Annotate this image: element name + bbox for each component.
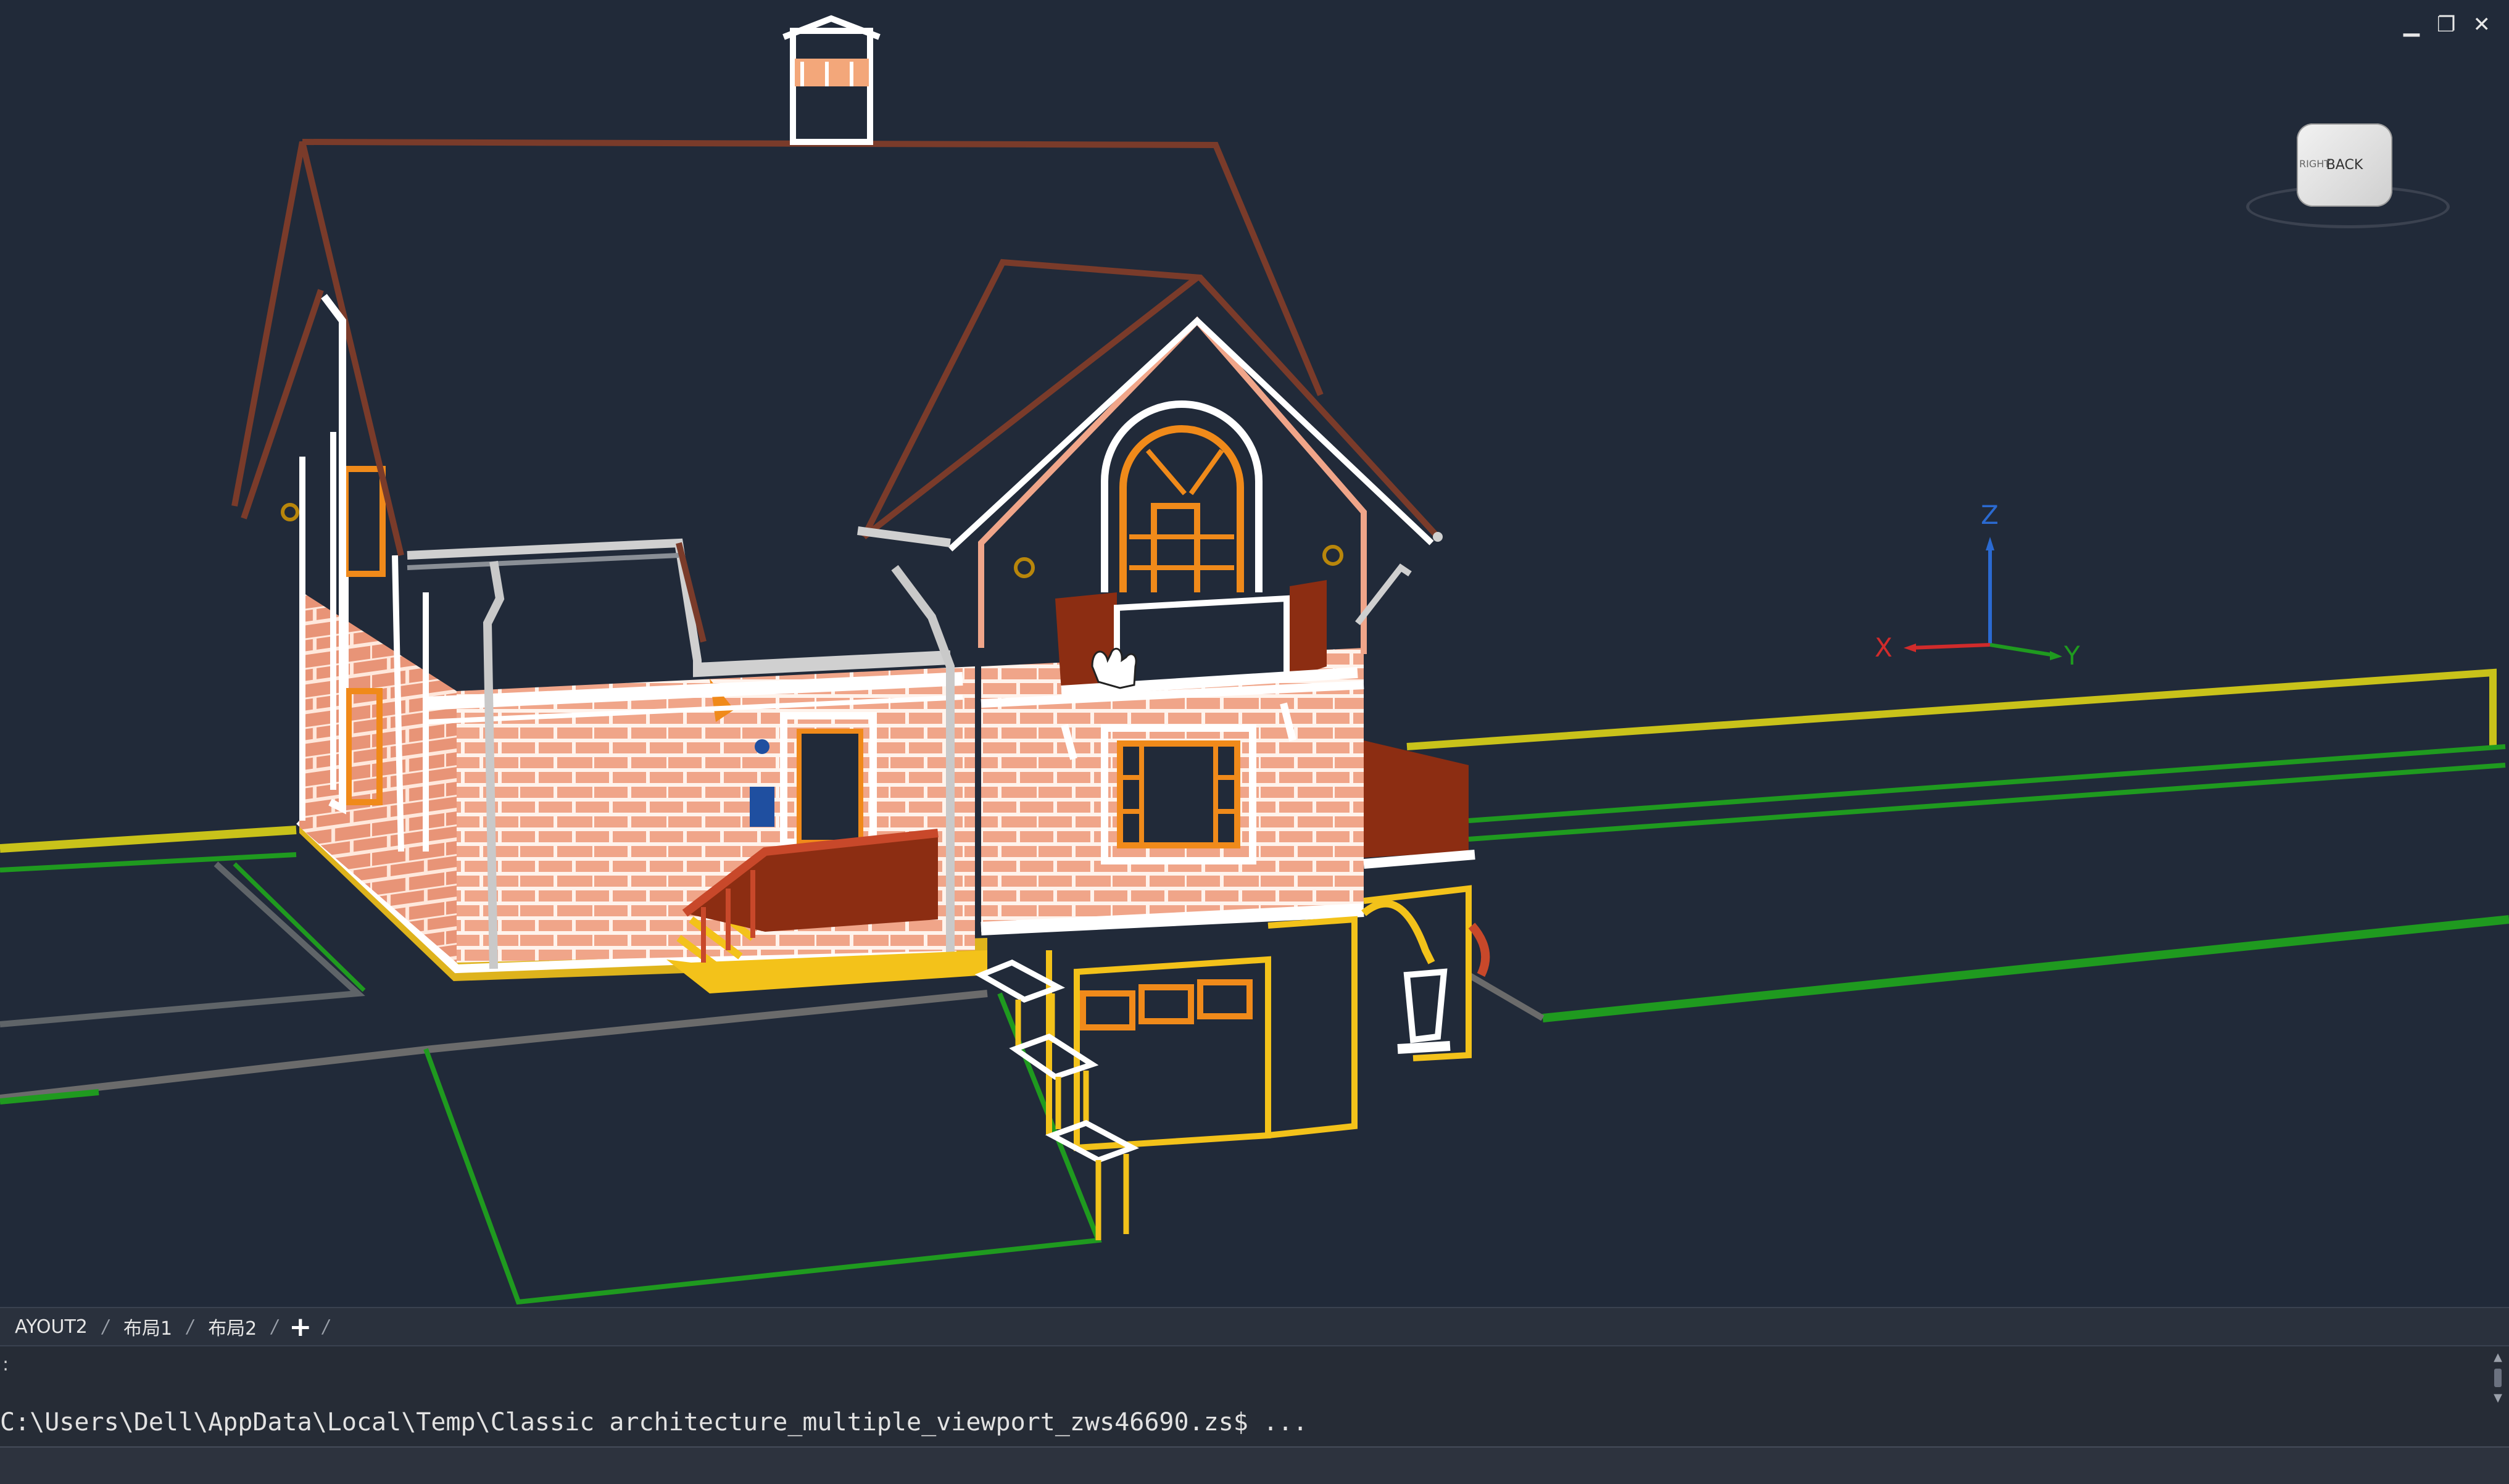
tab-layout-2[interactable]: 布局2 bbox=[193, 1313, 272, 1340]
tab-label: AYOUT2 bbox=[15, 1316, 88, 1338]
viewcube-side-label: RIGHT bbox=[2299, 158, 2331, 170]
ucs-x-label: X bbox=[1875, 632, 1893, 663]
restore-button[interactable]: ❐ bbox=[2437, 14, 2455, 36]
command-input[interactable] bbox=[0, 1448, 2509, 1484]
chimney bbox=[782, 15, 881, 145]
minimize-button[interactable]: ▁ bbox=[2403, 14, 2420, 36]
close-button[interactable]: ✕ bbox=[2473, 14, 2491, 36]
arched-window bbox=[1101, 400, 1263, 592]
viewcube[interactable]: RIGHT BACK bbox=[2246, 117, 2450, 228]
layout-tab-bar: AYOUT2 / 布局1 / 布局2 / + / bbox=[0, 1307, 2509, 1345]
scroll-down-icon[interactable]: ▼ bbox=[2492, 1392, 2504, 1404]
command-history-marker: : bbox=[2, 1354, 9, 1375]
hand-cursor-icon bbox=[1091, 647, 1137, 689]
model-viewport[interactable]: ▁ ❐ ✕ RIGHT BACK Z X Y bbox=[0, 0, 2509, 1307]
ucs-z-label: Z bbox=[1981, 500, 1999, 530]
scroll-thumb[interactable] bbox=[2494, 1369, 2502, 1387]
tab-label: 布局1 bbox=[123, 1318, 173, 1340]
tab-label: 布局2 bbox=[208, 1318, 257, 1340]
command-history: : C:\Users\Dell\AppData\Local\Temp\Class… bbox=[0, 1345, 2509, 1446]
command-scrollbar[interactable]: ▲ ▼ bbox=[2492, 1351, 2504, 1444]
front-door bbox=[780, 712, 877, 846]
house-model-drawing bbox=[0, 15, 2509, 1305]
viewcube-face[interactable]: RIGHT BACK bbox=[2297, 123, 2392, 207]
command-input-bar bbox=[0, 1446, 2509, 1484]
tab-layout2[interactable]: AYOUT2 bbox=[0, 1316, 102, 1338]
tab-layout-1[interactable]: 布局1 bbox=[109, 1313, 187, 1340]
add-layout-button[interactable]: + bbox=[278, 1311, 323, 1343]
command-line-text: C:\Users\Dell\AppData\Local\Temp\Classic… bbox=[0, 1408, 1308, 1436]
lower-window bbox=[1101, 724, 1256, 864]
ucs-icon: Z X Y bbox=[1864, 494, 2110, 679]
ucs-y-label: Y bbox=[2064, 640, 2080, 671]
scroll-up-icon[interactable]: ▲ bbox=[2492, 1351, 2504, 1364]
window-controls: ▁ ❐ ✕ bbox=[2403, 14, 2490, 36]
viewcube-face-label: BACK bbox=[2326, 157, 2363, 173]
